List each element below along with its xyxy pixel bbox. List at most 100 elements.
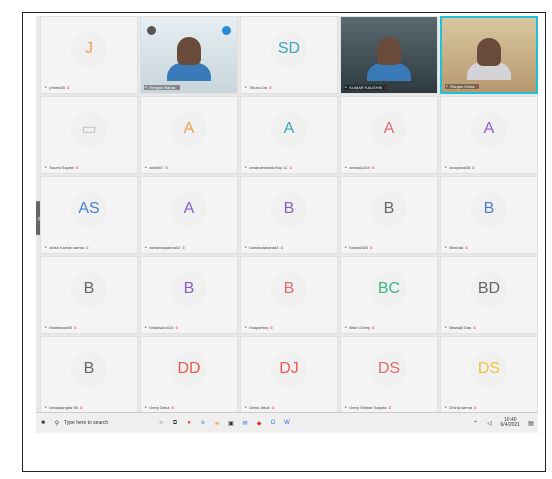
user-icon: ⚬ [445, 84, 449, 89]
participant-tile[interactable]: ⚬ Hedgon Barua ⦸ [140, 16, 238, 94]
participant-tile[interactable]: BD ⚬ Biswajit Das ⦸ [440, 256, 538, 334]
muted-mic-icon: ⦸ [270, 325, 273, 330]
person-body [167, 63, 211, 81]
participant-name: ⚬ Hedgon Barua ⦸ [144, 85, 180, 90]
participant-avatar: BD [471, 271, 507, 307]
participant-tile[interactable]: B ⚬ bamandanarad3 ⦸ [240, 176, 338, 254]
network-icon[interactable]: ⌃ [472, 419, 480, 427]
meeting-window: ‹ › J⚬pmitra39⦸⚬Hedgon Barua⦸SD⚬Shubo Da… [36, 16, 538, 412]
participant-name-text: ashandapanna02 [149, 245, 181, 250]
word-icon[interactable]: W [283, 419, 291, 427]
participant-tile[interactable]: A ⚬ anuyotas08 ⦸ [440, 96, 538, 174]
participant-name: ⚬ bamandanarad3 ⦸ [244, 245, 283, 250]
participant-tile[interactable]: DJ ⚬ Deba Jatuk ⦸ [240, 336, 338, 412]
participant-tile[interactable]: A ⚬ ashandapanna02 ⦸ [140, 176, 238, 254]
muted-mic-icon: ⦸ [177, 85, 180, 90]
muted-mic-icon: ⦸ [74, 325, 77, 330]
participant-tile[interactable]: DS ⚬ Dhiraj sarma ⦸ [440, 336, 538, 412]
participant-tile[interactable]: B ⚬ bimalpangba 98 ⦸ [40, 336, 138, 412]
participant-name-text: KUMAR KAUSHIK [349, 85, 383, 90]
user-icon: ⚬ [244, 405, 248, 410]
mute-icon[interactable] [147, 26, 156, 35]
muted-mic-icon: ⦸ [289, 165, 292, 170]
participant-name: ⚬ anish Kumar sarma ⦸ [44, 245, 89, 250]
participant-avatar: A [271, 111, 307, 147]
muted-mic-icon: ⦸ [165, 165, 168, 170]
participant-avatar: B [271, 191, 307, 227]
participant-name: ⚬ bnaparhoy ⦸ [244, 325, 273, 330]
participant-name: ⚬ bandal384 ⦸ [344, 245, 373, 250]
participant-tile[interactable]: B ⚬ bidahsaro110 ⦸ [140, 256, 238, 334]
participant-tile[interactable]: B ⚬ bnaparhoy ⦸ [240, 256, 338, 334]
participant-tile[interactable]: A ⚬ anish07 ⦸ [140, 96, 238, 174]
participant-tile[interactable]: ⚬ KUMAR KAUSHIK ⦸ [340, 16, 438, 94]
store-icon[interactable]: ▣ [227, 419, 235, 427]
user-icon: ⚬ [344, 405, 348, 410]
participant-avatar: A [371, 111, 407, 147]
participant-avatar: B [71, 351, 107, 387]
user-icon: ⚬ [144, 165, 148, 170]
edge-icon[interactable]: e [199, 419, 207, 427]
participant-tile[interactable]: DD ⚬ Deep Deka ⦸ [140, 336, 238, 412]
participant-avatar: A [171, 191, 207, 227]
participant-tile[interactable]: ⚬ Ranjan Sinha ⦸ [440, 16, 538, 94]
user-icon: ⚬ [344, 245, 348, 250]
participant-name: ⚬ bidahsaro110 ⦸ [144, 325, 178, 330]
user-icon: ⚬ [344, 165, 348, 170]
participant-avatar: B [271, 271, 307, 307]
participant-tile[interactable]: ▭ ⚬ Soumi Sayani ⦸ [40, 96, 138, 174]
muted-mic-icon: ⦸ [79, 405, 83, 410]
muted-mic-icon: ⦸ [269, 85, 272, 90]
participant-name: ⚬ Bitol Chetry ⦸ [344, 325, 375, 330]
participant-tile[interactable]: A ⚬ anissa1204 ⦸ [340, 96, 438, 174]
participant-name-text: Bitol Chetry [349, 325, 371, 330]
participant-tile[interactable]: SD ⚬ Shubo Da ⦸ [240, 16, 338, 94]
muted-mic-icon: ⦸ [66, 85, 70, 90]
participant-tile[interactable]: DS ⚬ Deep Sekhar Saputa ⦸ [340, 336, 438, 412]
cortana-icon[interactable]: ○ [157, 419, 165, 427]
participant-name-text: anish Kumar sarma [49, 245, 85, 250]
task-view-icon[interactable]: ⧉ [171, 419, 179, 427]
outlook-icon[interactable]: O [269, 419, 277, 427]
person-silhouette [477, 38, 501, 66]
participant-tile[interactable]: A ⚬ amandeshwar/hoy 11 ⦸ [240, 96, 338, 174]
user-icon: ⚬ [444, 245, 448, 250]
user-icon: ⚬ [344, 325, 348, 330]
search-icon[interactable]: ⚲ [53, 419, 61, 427]
participant-name-text: bidahswar80 [49, 325, 73, 330]
participant-tile[interactable]: BC ⚬ Bitol Chetry ⦸ [340, 256, 438, 334]
user-icon: ⚬ [44, 245, 48, 250]
participant-name-text: Deep Sekhar Saputa [349, 405, 387, 410]
participant-tile[interactable]: J ⚬ pmitra39 ⦸ [40, 16, 138, 94]
clock-date: 6/4/2021 [500, 422, 520, 428]
explorer-icon[interactable]: ▰ [213, 419, 221, 427]
muted-mic-icon: ⦸ [472, 165, 475, 170]
add-icon[interactable] [222, 26, 231, 35]
participant-name-text: bimalpangba 98 [49, 405, 78, 410]
app-icon[interactable]: ◆ [255, 419, 263, 427]
participant-name-text: Deba Jatuk [249, 405, 270, 410]
participant-name: ⚬ KUMAR KAUSHIK ⦸ [344, 85, 388, 90]
user-icon: ⚬ [44, 85, 48, 90]
monitor-icon: ▭ [71, 111, 107, 147]
volume-icon[interactable]: ◁ [486, 419, 494, 427]
notification-icon[interactable]: ▤ [527, 419, 535, 427]
taskbar-search-input[interactable]: Type here to search [64, 420, 154, 426]
participant-tile[interactable]: B ⚬ Bhanda ⦸ [440, 176, 538, 254]
participant-name-text: Shubo Da [249, 85, 268, 90]
participant-avatar: B [371, 191, 407, 227]
participant-tile[interactable]: B ⚬ bidahswar80 ⦸ [40, 256, 138, 334]
participant-name: ⚬ Deep Sekhar Saputa ⦸ [344, 405, 391, 410]
mail-icon[interactable]: ✉ [241, 419, 249, 427]
participant-tile[interactable]: B ⚬ bandal384 ⦸ [340, 176, 438, 254]
chrome-icon[interactable]: ● [185, 419, 193, 427]
participant-tile[interactable]: AS ⚬ anish Kumar sarma ⦸ [40, 176, 138, 254]
taskbar-clock[interactable]: 10:40 6/4/2021 [500, 417, 520, 429]
participant-name-text: bidahsaro110 [149, 325, 174, 330]
participant-name: ⚬ Biswajit Das ⦸ [444, 325, 476, 330]
muted-mic-icon: ⦸ [371, 165, 375, 170]
user-icon: ⚬ [44, 325, 48, 330]
windows-start-icon[interactable]: ■ [39, 419, 47, 427]
participant-name-text: anuyotas08 [449, 165, 471, 170]
participant-avatar: B [71, 271, 107, 307]
